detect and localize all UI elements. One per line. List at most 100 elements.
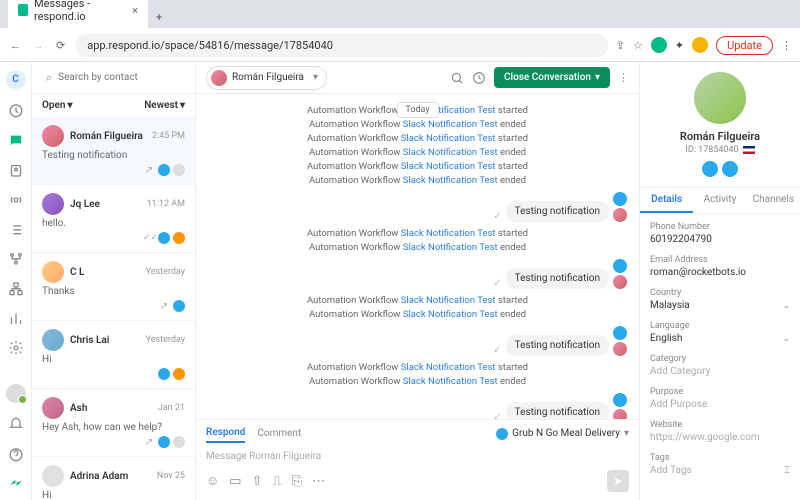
conversation-item[interactable]: Román Filgueira 2:45 PM Testing notifica…	[32, 117, 195, 185]
extension-icon[interactable]	[651, 37, 667, 53]
conversation-item[interactable]: Jq Lee 11:12 AM hello. ✓✓	[32, 185, 195, 253]
purpose-field[interactable]: Add Purpose	[650, 399, 790, 410]
workflow-link[interactable]: Slack Notification Test	[401, 161, 496, 172]
conversation-name: C L	[70, 267, 140, 278]
notifications-icon[interactable]	[8, 417, 24, 433]
bookmark-icon[interactable]: ☆	[633, 39, 643, 52]
workflow-link[interactable]: Slack Notification Test	[401, 362, 496, 373]
close-tab-icon[interactable]: ×	[132, 4, 138, 17]
language-field[interactable]: English⌄	[650, 333, 790, 344]
help-icon[interactable]	[8, 447, 24, 463]
conversation-item[interactable]: Chris Lai Yesterday Hi	[32, 321, 195, 389]
settings-icon[interactable]	[8, 340, 24, 356]
channel-badge	[173, 232, 185, 244]
sort-filter[interactable]: Newest ▾	[144, 100, 185, 111]
conversation-item[interactable]: C L Yesterday Thanks ↗	[32, 253, 195, 321]
check-icon: ✓	[493, 278, 501, 289]
share-icon[interactable]: ⇪	[616, 39, 625, 52]
tab-details[interactable]: Details	[640, 188, 693, 213]
phone-field[interactable]: 60192204790	[650, 234, 790, 245]
chat-panel: Román Filgueira ▾ Close Conversation ▾ ⋮…	[196, 62, 640, 500]
new-tab-button[interactable]: +	[148, 7, 170, 28]
workflow-link[interactable]: Slack Notification Test	[403, 376, 498, 387]
workflow-link[interactable]: Slack Notification Test	[403, 309, 498, 320]
update-button[interactable]: Update	[716, 36, 773, 55]
org-icon[interactable]	[8, 281, 24, 297]
broadcast-icon[interactable]	[8, 192, 24, 208]
contact-name: Román Filgueira	[232, 72, 304, 83]
category-field[interactable]: Add Category	[650, 366, 790, 377]
emoji-icon[interactable]: ☺	[206, 473, 219, 489]
clock-icon[interactable]	[472, 71, 486, 85]
message-input[interactable]	[206, 447, 629, 466]
send-button[interactable]: ➤	[607, 470, 629, 492]
conversation-item[interactable]: Adrina Adam Nov 25 Hi ✓✓	[32, 457, 195, 500]
workflow-link[interactable]: Slack Notification Test	[403, 242, 498, 253]
workspace-avatar[interactable]: C	[6, 70, 26, 89]
telegram-icon	[613, 393, 627, 407]
channel-selector[interactable]: Grub N Go Meal Delivery ▾	[496, 428, 629, 440]
conversation-time: Yesterday	[146, 267, 185, 277]
system-message: Automation Workflow Slack Notification T…	[208, 376, 627, 387]
conversation-time: Nov 25	[157, 471, 185, 481]
sender-avatar	[613, 409, 627, 419]
snippet-icon[interactable]: ▭	[229, 474, 241, 489]
workflow-link[interactable]: Slack Notification Test	[401, 295, 496, 306]
status-filter[interactable]: Open ▾	[42, 100, 73, 111]
workflow-link[interactable]: Slack Notification Test	[401, 228, 496, 239]
user-status-avatar[interactable]	[6, 384, 26, 403]
search-conversation-icon[interactable]	[450, 71, 464, 85]
message-bubble: Testing notification	[506, 335, 609, 356]
voice-icon[interactable]: ⎍	[272, 474, 281, 489]
conversation-name: Jq Lee	[70, 199, 141, 210]
workflow-icon[interactable]	[8, 251, 24, 267]
more-tools-icon[interactable]: ⋯	[312, 474, 325, 489]
contacts-icon[interactable]	[8, 163, 24, 179]
reports-icon[interactable]	[8, 311, 24, 327]
workflow-link[interactable]: Slack Notification Test	[403, 175, 498, 186]
conversation-item[interactable]: Ash Jan 21 Hey Ash, how can we help? ↗	[32, 389, 195, 457]
tab-comment[interactable]: Comment	[257, 425, 301, 442]
website-field[interactable]: https://www.google.com	[650, 432, 790, 443]
chat-menu-icon[interactable]: ⋮	[618, 71, 629, 84]
tab-channels[interactable]: Channels	[747, 188, 800, 213]
conversation-name: Adrina Adam	[70, 471, 151, 482]
reply-arrow-icon: ↗	[158, 300, 170, 312]
conversation-preview: Hi	[42, 354, 185, 365]
browser-tab[interactable]: Messages - respond.io ×	[8, 0, 148, 28]
forward-button[interactable]: →	[31, 37, 46, 54]
messages-icon[interactable]	[8, 133, 24, 149]
workflow-link[interactable]: Slack Notification Test	[403, 147, 498, 158]
email-field[interactable]: roman@rocketbots.io	[650, 267, 790, 278]
browser-menu-icon[interactable]: ⋮	[781, 39, 792, 52]
telegram-channel-icon[interactable]	[702, 161, 718, 177]
purpose-label: Purpose	[650, 387, 790, 397]
workflow-link[interactable]: Slack Notification Test	[401, 133, 496, 144]
conversation-name: Chris Lai	[70, 335, 140, 346]
system-message: Automation Workflow Slack Notification T…	[208, 119, 627, 130]
back-button[interactable]: ←	[8, 37, 23, 54]
tags-field[interactable]: Add Tags⌶	[650, 465, 790, 476]
contact-chip[interactable]: Román Filgueira ▾	[206, 66, 327, 90]
tab-activity[interactable]: Activity	[693, 188, 746, 213]
country-field[interactable]: Malaysia⌄	[650, 300, 790, 311]
reload-button[interactable]: ⟳	[54, 37, 67, 54]
attachment-icon[interactable]: ⎘	[292, 474, 302, 489]
profile-name: Román Filgueira	[650, 130, 790, 143]
extensions-menu-icon[interactable]: ✦	[675, 39, 684, 52]
telegram-channel-icon[interactable]	[722, 161, 738, 177]
address-bar[interactable]: app.respond.io/space/54816/message/17854…	[75, 34, 608, 57]
respond-logo	[8, 477, 24, 493]
search-input[interactable]	[58, 72, 191, 83]
channel-badge	[173, 436, 185, 448]
profile-avatar[interactable]	[692, 37, 708, 53]
list-icon[interactable]	[8, 222, 24, 238]
workflow-link[interactable]: Slack Notification Test	[403, 119, 498, 130]
tab-respond[interactable]: Respond	[206, 424, 245, 443]
upload-icon[interactable]: ⇧	[252, 474, 263, 489]
conversation-time: Yesterday	[146, 335, 185, 345]
tab-title: Messages - respond.io	[34, 0, 126, 23]
details-panel: Román Filgueira ID: 17854040 Details Act…	[640, 62, 800, 500]
close-conversation-button[interactable]: Close Conversation ▾	[494, 67, 610, 88]
dashboard-icon[interactable]	[8, 103, 24, 119]
